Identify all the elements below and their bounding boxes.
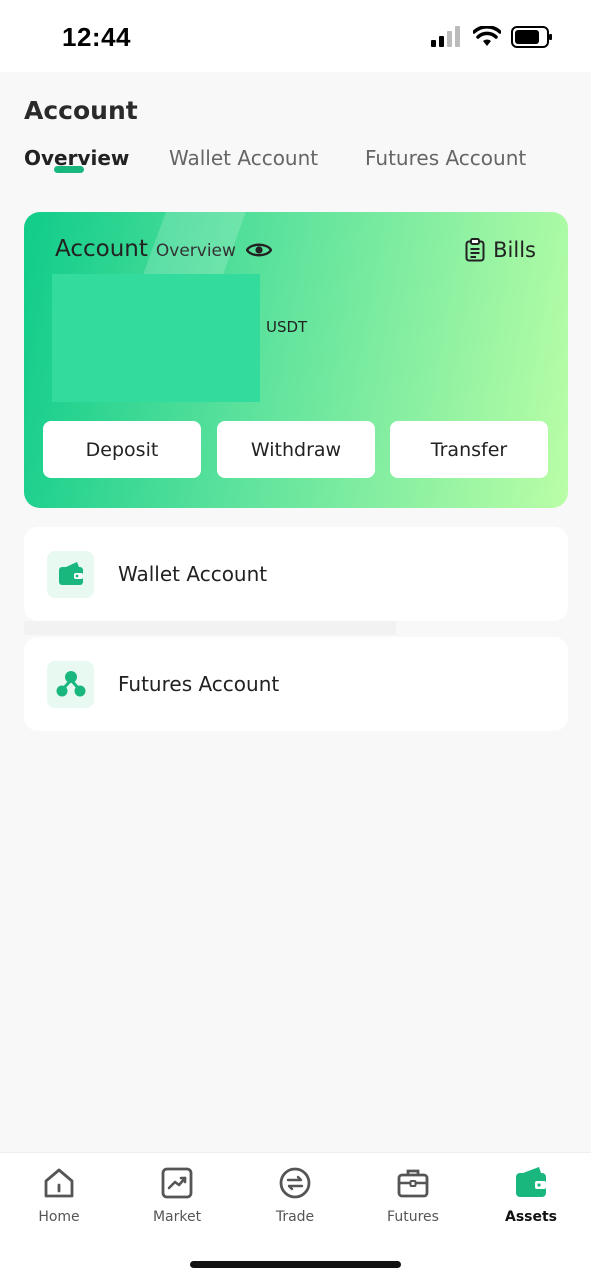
futures-account-icon-tile [47, 660, 94, 708]
nav-trade-label: Trade [275, 1209, 315, 1225]
nav-futures[interactable]: Futures [354, 1159, 472, 1229]
nav-home-label: Home [38, 1209, 80, 1225]
nav-market-label: Market [152, 1209, 202, 1225]
clipboard-icon [465, 238, 485, 262]
account-overview-card: Account Overview Bills USDT Deposit With… [24, 212, 568, 508]
battery-icon [511, 26, 552, 48]
nav-assets-label: Assets [504, 1209, 558, 1225]
eye-icon[interactable] [246, 240, 272, 260]
wallet-account-row[interactable]: Wallet Account [24, 527, 568, 621]
bills-label: Bills [493, 238, 536, 262]
tab-wallet-account[interactable]: Wallet Account [169, 146, 318, 170]
card-title-main: Account [55, 236, 148, 262]
wallet-account-icon-tile [47, 550, 94, 598]
bills-button[interactable]: Bills [465, 238, 536, 262]
status-time: 12:44 [62, 22, 131, 52]
briefcase-icon [397, 1169, 429, 1198]
wallet-account-label: Wallet Account [118, 562, 268, 586]
assets-screen: 12:44 Account Overview Wallet Account Fu… [0, 0, 591, 1280]
wallet-icon [58, 562, 83, 585]
wifi-icon [473, 26, 501, 46]
nav-home[interactable]: Home [0, 1159, 118, 1229]
card-title-sub: Overview [155, 241, 236, 261]
nav-market[interactable]: Market [118, 1159, 236, 1229]
transfer-button[interactable]: Transfer [390, 421, 548, 478]
nodes-icon [56, 671, 85, 697]
card-title: Account Overview [55, 236, 236, 262]
futures-account-label: Futures Account [118, 672, 280, 696]
account-tabs: Overview Wallet Account Futures Account [24, 146, 584, 186]
withdraw-button[interactable]: Withdraw [217, 421, 375, 478]
wallet-icon [516, 1167, 546, 1197]
card-actions: Deposit Withdraw Transfer [43, 421, 548, 478]
page-title: Account [24, 96, 138, 125]
cellular-signal-icon [431, 26, 460, 47]
nav-trade[interactable]: Trade [236, 1159, 354, 1229]
row-divider [24, 621, 396, 635]
home-indicator [190, 1261, 401, 1268]
tab-futures-account[interactable]: Futures Account [365, 146, 526, 170]
status-bar: 12:44 [0, 0, 591, 72]
nav-futures-label: Futures [387, 1209, 439, 1225]
tab-overview[interactable]: Overview [24, 146, 129, 170]
nav-assets[interactable]: Assets [472, 1159, 590, 1229]
exchange-icon [279, 1167, 311, 1199]
home-icon [44, 1168, 74, 1198]
status-icons [431, 26, 553, 48]
futures-account-row[interactable]: Futures Account [24, 637, 568, 731]
balance-unit: USDT [266, 318, 308, 336]
chart-icon [161, 1167, 193, 1199]
balance-hidden-box [52, 274, 260, 402]
deposit-button[interactable]: Deposit [43, 421, 201, 478]
